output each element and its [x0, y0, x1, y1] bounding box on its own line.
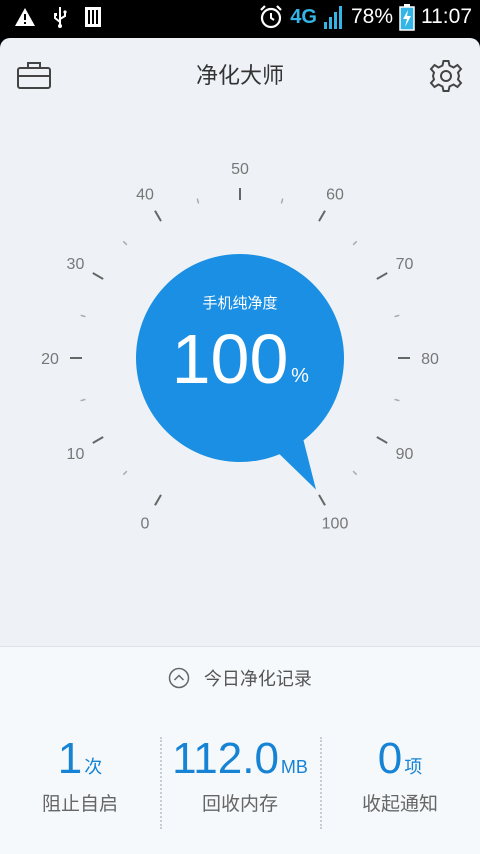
stat-unit: 项 [404, 757, 423, 778]
stat-label: 阻止自启 [41, 793, 118, 815]
status-left-icons [14, 6, 102, 28]
gauge-tick-label: 90 [396, 446, 414, 463]
stat-unit: 次 [84, 757, 103, 778]
stat-label: 回收内存 [201, 793, 278, 815]
gauge-tick-label: 0 [141, 516, 150, 533]
stat-unit: MB [280, 757, 308, 777]
gauge-minor-tick [122, 470, 128, 476]
gauge-minor-tick [352, 470, 358, 476]
gauge-minor-tick [80, 398, 86, 402]
purity-gauge: 0 10 20 30 40 50 60 70 80 90 100 手机纯净度 100 % [41, 161, 439, 533]
usb-icon [54, 7, 67, 28]
gauge-tick-label: 50 [231, 161, 249, 178]
app-screen: 净化大师 0 10 20 30 40 50 60 70 80 90 100 手机纯净度 100 % … [0, 38, 480, 854]
gauge-tick-label: 60 [326, 186, 344, 203]
gauge-major-tick [318, 494, 326, 506]
alarm-icon [260, 5, 283, 29]
gauge-major-tick [92, 436, 104, 444]
gauge-minor-tick [80, 314, 86, 318]
gauge-major-tick [318, 210, 326, 222]
stat-notifications-collapsed[interactable]: 0 项 收起通知 [320, 727, 480, 837]
today-panel: 今日净化记录 1 次 阻止自启 112.0 MB 回收内存 0 项 收起通知 [0, 646, 480, 854]
purity-label: 手机纯净度 [202, 294, 277, 312]
stat-value: 112.0 [172, 734, 279, 783]
network-type: 4G [290, 5, 317, 28]
clock: 11:07 [421, 5, 472, 28]
gauge-major-tick [154, 494, 162, 506]
gauge-major-tick [92, 272, 104, 280]
gauge-tick-label: 40 [136, 186, 154, 203]
stat-blocked-autostart[interactable]: 1 次 阻止自启 [0, 727, 160, 837]
gauge-tick-label: 10 [67, 446, 85, 463]
gauge-minor-tick [394, 398, 400, 402]
warning-icon [15, 8, 35, 26]
gauge-major-tick [376, 436, 388, 444]
gauge-minor-tick [352, 240, 358, 246]
gauge-tick-label: 70 [396, 256, 414, 273]
gauge-tick-label: 30 [67, 256, 85, 273]
gauge-minor-tick [280, 198, 284, 204]
gauge-tick-label: 20 [41, 351, 59, 368]
today-record-toggle[interactable]: 今日净化记录 [0, 665, 480, 691]
gauge-tick-label: 80 [421, 351, 439, 368]
stats-row: 1 次 阻止自启 112.0 MB 回收内存 0 项 收起通知 [0, 727, 480, 837]
purity-value: 100 [172, 320, 289, 398]
battery-charging-icon [399, 4, 415, 31]
battery-percent: 78% [350, 5, 393, 28]
status-bar: 4G 78% 11:07 [0, 0, 480, 38]
stat-memory-freed[interactable]: 112.0 MB 回收内存 [160, 727, 320, 837]
status-right: 4G 78% 11:07 [258, 3, 472, 31]
gauge-major-tick [376, 272, 388, 280]
sim-card-icon [85, 7, 101, 27]
purity-unit: % [291, 365, 309, 387]
signal-icon [323, 6, 342, 29]
stat-label: 收起通知 [361, 793, 438, 815]
gauge-tick-label: 100 [322, 516, 349, 533]
today-record-label: 今日净化记录 [203, 669, 312, 690]
gauge-minor-tick [196, 198, 200, 204]
gauge-minor-tick [394, 314, 400, 318]
stat-value: 0 [377, 734, 403, 783]
chevron-up-circle-icon [168, 667, 190, 689]
gauge-minor-tick [122, 240, 128, 246]
gauge-major-tick [154, 210, 162, 222]
stat-value: 1 [57, 734, 83, 783]
